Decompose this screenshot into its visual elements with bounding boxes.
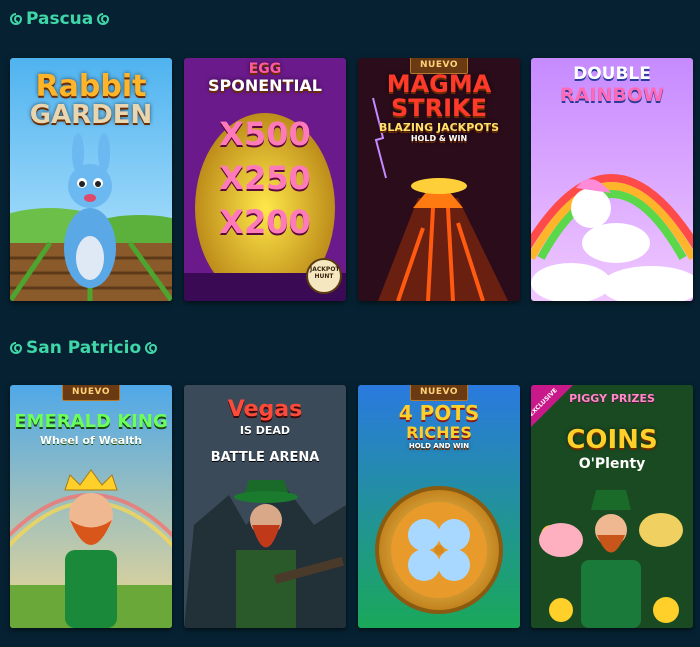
game-title-line2: GARDEN — [29, 100, 153, 130]
multiplier-label: X250 — [219, 159, 311, 197]
game-title-line2: RICHES — [406, 423, 472, 442]
game-card-rabbit-garden[interactable]: Rabbit GARDEN — [10, 58, 172, 301]
section-title-pascua: Pascua — [10, 9, 110, 29]
game-card-vegas-is-dead[interactable]: Vegas IS DEAD BATTLE ARENA — [184, 385, 346, 628]
game-title: MAGMA — [386, 70, 492, 98]
multiplier-label: X200 — [219, 203, 311, 241]
section-title-san-patricio: San Patricio — [10, 338, 158, 358]
game-card-double-rainbow[interactable]: DOUBLE RAINBOW — [531, 58, 693, 301]
new-badge: NUEVO — [410, 385, 468, 401]
game-title: 4 POTS — [398, 401, 480, 425]
game-card-emerald-king[interactable]: NUEVO EMERALD KING Wheel of Wealth — [10, 385, 172, 628]
game-subtitle: BLAZING JACKPOTS — [378, 121, 500, 134]
new-badge: NUEVO — [410, 58, 468, 74]
game-title-line2: RAINBOW — [560, 84, 664, 106]
game-subtitle: Wheel of Wealth — [39, 434, 143, 447]
game-card-4-pots-riches[interactable]: NUEVO 4 POTS RICHES HOLD AND WIN — [358, 385, 520, 628]
game-title-line2: IS DEAD — [239, 424, 291, 437]
swirl-icon — [10, 13, 22, 25]
game-card-egg-sponential[interactable]: EGG SPONENTIAL X500 X250 X200 JACKPOT HU… — [184, 58, 346, 301]
game-title: EGG — [248, 61, 282, 77]
new-badge: NUEVO — [62, 385, 120, 401]
game-title: EMERALD KING — [14, 411, 168, 432]
game-title-line2: COINS — [566, 425, 658, 455]
section-title-text: Pascua — [26, 9, 94, 29]
game-tag: HOLD & WIN — [410, 134, 468, 143]
game-card-magma-strike[interactable]: NUEVO MAGMA STRIKE BLAZING JACKPOTS HOLD… — [358, 58, 520, 301]
coins-o-plenty-artwork — [531, 385, 693, 628]
swirl-icon — [97, 13, 110, 25]
section-title-text: San Patricio — [26, 338, 142, 358]
game-title: Rabbit — [35, 69, 147, 104]
swirl-icon — [10, 342, 22, 354]
game-subtitle: O'Plenty — [578, 456, 646, 472]
swirl-icon — [145, 342, 158, 354]
provider-logo: JACKPOT HUNT — [310, 266, 340, 280]
game-title: DOUBLE — [573, 64, 651, 84]
game-title-line2: SPONENTIAL — [207, 76, 322, 95]
game-title: Vegas — [227, 397, 303, 422]
game-title-line2: STRIKE — [390, 94, 488, 122]
game-subtitle: BATTLE ARENA — [210, 450, 320, 465]
game-tag: HOLD AND WIN — [408, 442, 470, 450]
game-card-coins-o-plenty[interactable]: EXCLUSIVE PIGGY PRIZES COINS O'Plenty — [531, 385, 693, 628]
multiplier-label: X500 — [219, 115, 311, 153]
